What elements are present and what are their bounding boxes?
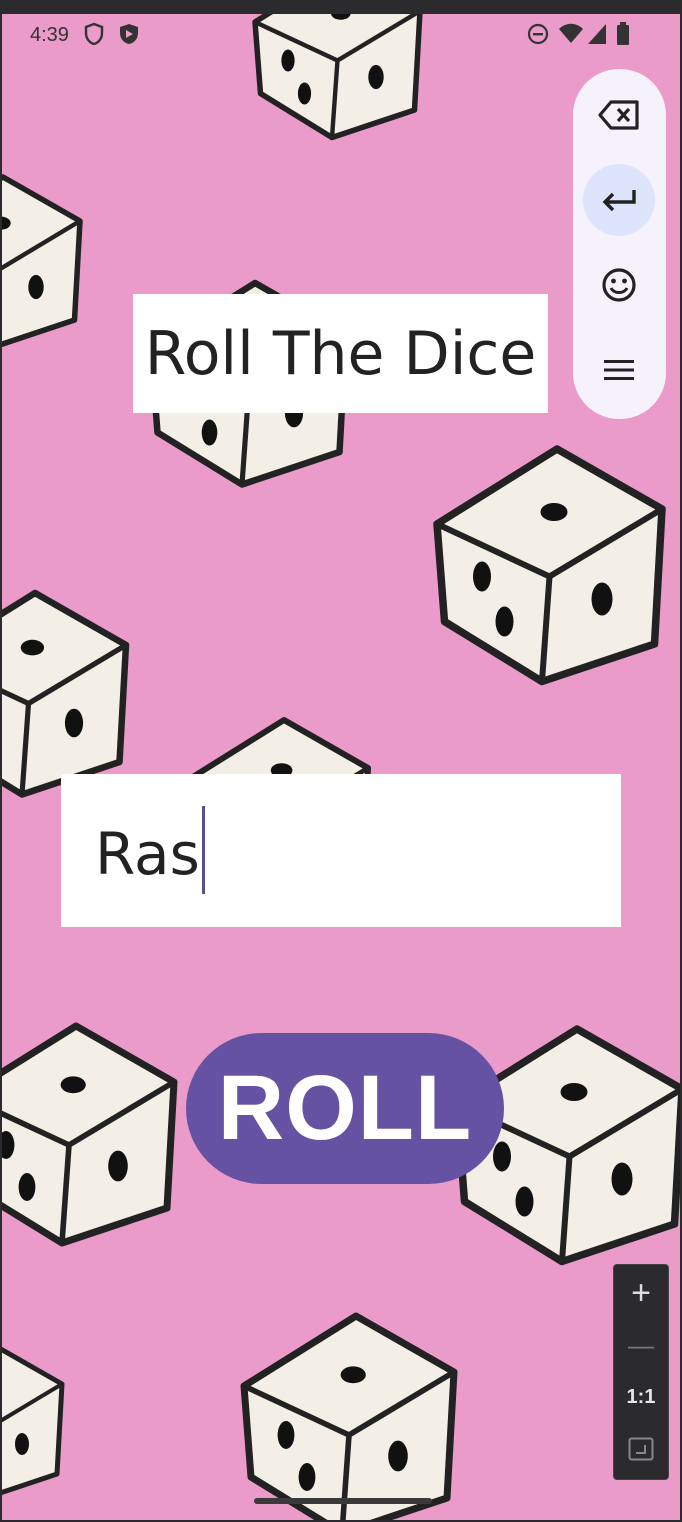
zoom-in-button[interactable]: + (614, 1267, 668, 1319)
emoji-icon[interactable] (583, 249, 655, 321)
battery-icon (616, 22, 630, 52)
zoom-out-button[interactable]: — (614, 1319, 668, 1371)
keyboard-toolbar (573, 69, 666, 419)
page-title: Roll The Dice (144, 318, 537, 389)
dnd-icon (526, 22, 550, 52)
roll-button[interactable]: ROLL (186, 1033, 504, 1184)
name-input-value: Ras (95, 820, 200, 889)
home-indicator[interactable] (254, 1498, 432, 1504)
play-protect-icon (118, 22, 140, 52)
backspace-icon[interactable] (583, 79, 655, 151)
wifi-icon (558, 22, 584, 52)
text-caret (201, 806, 205, 894)
phone-screen: 4:39 Roll The Dice Ras ROLL + — 1:1 (2, 14, 680, 1520)
status-bar: 4:39 (2, 14, 680, 58)
actual-size-button[interactable]: 1:1 (614, 1371, 668, 1423)
window-top-bar (0, 0, 682, 14)
shield-icon (84, 22, 104, 52)
name-input[interactable]: Ras (61, 774, 621, 927)
fit-screen-icon[interactable] (614, 1423, 668, 1475)
signal-icon (586, 22, 608, 52)
enter-icon[interactable] (583, 164, 655, 236)
title-box: Roll The Dice (133, 294, 548, 413)
zoom-controls: + — 1:1 (613, 1264, 669, 1480)
status-time: 4:39 (30, 24, 69, 46)
menu-icon[interactable] (583, 334, 655, 406)
